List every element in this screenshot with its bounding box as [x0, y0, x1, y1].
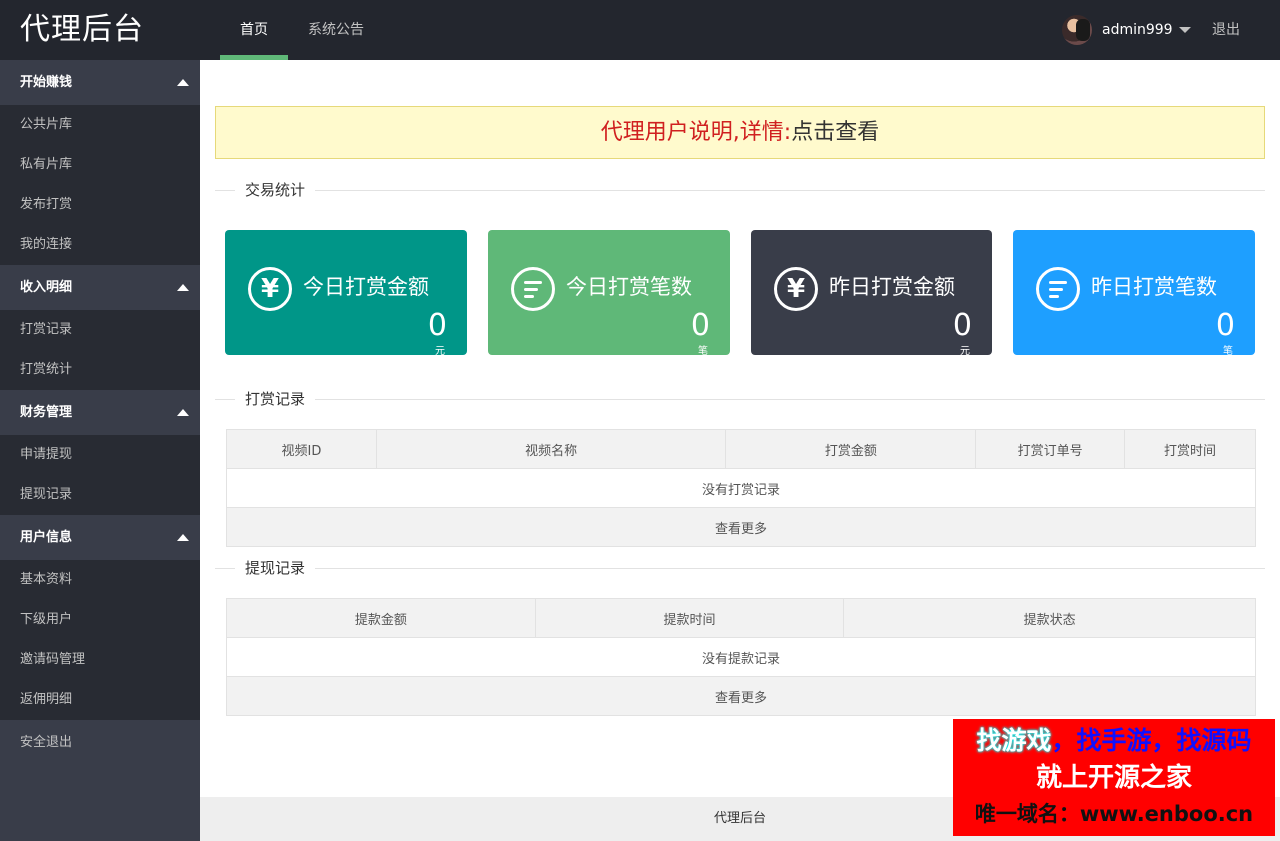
- list-icon: [1036, 267, 1080, 311]
- column-header: 视频名称: [375, 429, 727, 469]
- empty-row: 没有打赏记录: [226, 468, 1256, 508]
- column-header: 打赏时间: [1124, 429, 1256, 469]
- notice-text: 代理用户说明,详情:: [600, 120, 792, 145]
- section-title: 打赏记录: [235, 389, 316, 409]
- sidebar-group-label: 财务管理: [20, 405, 73, 420]
- section-title: 交易统计: [235, 180, 316, 200]
- section-stats-header: 交易统计: [215, 180, 1265, 200]
- watermark-banner: 找游戏，找手游，找源码 就上开源之家 唯一域名：www.enboo.cn: [953, 719, 1275, 836]
- stat-card-unit: 笔: [1223, 346, 1233, 356]
- logout-link[interactable]: 退出: [1212, 0, 1240, 60]
- nav-system-notice[interactable]: 系统公告: [288, 0, 384, 60]
- watermark-line: 找游戏，找手游，找源码: [976, 726, 1252, 755]
- column-header: 视频ID: [226, 429, 377, 469]
- sidebar-group-finance[interactable]: 财务管理: [0, 390, 200, 435]
- stat-card-today-amount: ¥ 今日打赏金额 0 元: [225, 230, 467, 355]
- chevron-down-icon: [1178, 27, 1191, 33]
- stat-card-today-count: 今日打赏笔数 0 笔: [488, 230, 730, 355]
- stat-card-title: 今日打赏笔数: [566, 275, 692, 299]
- sidebar-group-label: 收入明细: [20, 280, 73, 295]
- sidebar-item-withdraw-records[interactable]: 提现记录: [0, 475, 200, 515]
- sidebar-item-private-library[interactable]: 私有片库: [0, 145, 200, 185]
- divider: [215, 568, 1265, 569]
- sidebar-group-label: 用户信息: [20, 530, 73, 545]
- section-title: 提现记录: [235, 558, 316, 578]
- stat-card-value: 0: [690, 308, 710, 343]
- app-logo: 代理后台: [20, 12, 144, 47]
- divider: [215, 190, 1265, 191]
- sidebar-group-label: 开始赚钱: [20, 75, 73, 90]
- column-header: 打赏金额: [725, 429, 977, 469]
- nav-home[interactable]: 首页: [220, 0, 288, 60]
- chevron-up-icon: [177, 79, 189, 86]
- list-icon: [511, 267, 555, 311]
- section-rewards-header: 打赏记录: [215, 389, 1265, 409]
- stat-card-value: 0: [427, 308, 447, 343]
- view-more-withdrawals-button[interactable]: 查看更多: [226, 676, 1256, 716]
- column-header: 提款金额: [226, 598, 536, 638]
- stat-card-yesterday-amount: ¥ 昨日打赏金额 0 元: [751, 230, 992, 355]
- sidebar-submenu: 基本资料 下级用户 邀请码管理 返佣明细: [0, 560, 200, 720]
- yen-icon: ¥: [774, 267, 818, 311]
- top-header: 代理后台 首页 系统公告 admin999 退出: [0, 0, 1280, 60]
- stat-card-title: 今日打赏金额: [303, 275, 429, 299]
- notice-link[interactable]: 点击查看: [791, 120, 879, 145]
- notice-banner: 代理用户说明,详情:点击查看: [215, 106, 1265, 159]
- sidebar-item-apply-withdraw[interactable]: 申请提现: [0, 435, 200, 475]
- sidebar-item-public-library[interactable]: 公共片库: [0, 105, 200, 145]
- sidebar-item-basic-profile[interactable]: 基本资料: [0, 560, 200, 600]
- sidebar: 开始赚钱 公共片库 私有片库 发布打赏 我的连接 收入明细 打赏记录 打赏统计 …: [0, 60, 200, 841]
- avatar: [1062, 15, 1092, 45]
- stat-card-unit: 元: [435, 346, 445, 356]
- stat-card-title: 昨日打赏笔数: [1091, 275, 1217, 299]
- column-header: 提款状态: [843, 598, 1256, 638]
- stat-card-unit: 笔: [698, 346, 708, 356]
- sidebar-item-invite-codes[interactable]: 邀请码管理: [0, 640, 200, 680]
- sidebar-item-safe-exit[interactable]: 安全退出: [0, 720, 200, 765]
- top-nav: 首页 系统公告: [220, 0, 384, 60]
- sidebar-item-publish-reward[interactable]: 发布打赏: [0, 185, 200, 225]
- section-withdrawals-header: 提现记录: [215, 558, 1265, 578]
- sidebar-submenu: 打赏记录 打赏统计: [0, 310, 200, 390]
- stat-card-unit: 元: [960, 346, 970, 356]
- empty-row: 没有提款记录: [226, 637, 1256, 677]
- sidebar-submenu: 申请提现 提现记录: [0, 435, 200, 515]
- watermark-line: 唯一域名：www.enboo.cn: [974, 802, 1254, 826]
- sidebar-item-reward-records[interactable]: 打赏记录: [0, 310, 200, 350]
- stat-card-yesterday-count: 昨日打赏笔数 0 笔: [1013, 230, 1255, 355]
- stat-card-value: 0: [1215, 308, 1235, 343]
- view-more-rewards-button[interactable]: 查看更多: [226, 507, 1256, 547]
- column-header: 提款时间: [534, 598, 845, 638]
- sidebar-item-my-links[interactable]: 我的连接: [0, 225, 200, 265]
- sidebar-item-sub-users[interactable]: 下级用户: [0, 600, 200, 640]
- divider: [215, 399, 1265, 400]
- chevron-up-icon: [177, 409, 189, 416]
- rewards-table: 视频ID 视频名称 打赏金额 打赏订单号 打赏时间 没有打赏记录 查看更多: [226, 429, 1256, 547]
- sidebar-group-start-earning[interactable]: 开始赚钱: [0, 60, 200, 105]
- watermark-line: 就上开源之家: [1035, 763, 1192, 793]
- sidebar-group-user-info[interactable]: 用户信息: [0, 515, 200, 560]
- user-menu[interactable]: admin999: [1062, 14, 1191, 46]
- withdraw-table: 提款金额 提款时间 提款状态 没有提款记录 查看更多: [226, 598, 1256, 716]
- column-header: 打赏订单号: [975, 429, 1126, 469]
- sidebar-item-reward-stats[interactable]: 打赏统计: [0, 350, 200, 390]
- sidebar-item-commission[interactable]: 返佣明细: [0, 680, 200, 720]
- stat-card-title: 昨日打赏金额: [829, 275, 955, 299]
- sidebar-submenu: 公共片库 私有片库 发布打赏 我的连接: [0, 105, 200, 265]
- yen-icon: ¥: [248, 267, 292, 311]
- username: admin999: [1102, 22, 1173, 38]
- sidebar-group-income[interactable]: 收入明细: [0, 265, 200, 310]
- stat-card-value: 0: [952, 308, 972, 343]
- chevron-up-icon: [177, 284, 189, 291]
- chevron-up-icon: [177, 534, 189, 541]
